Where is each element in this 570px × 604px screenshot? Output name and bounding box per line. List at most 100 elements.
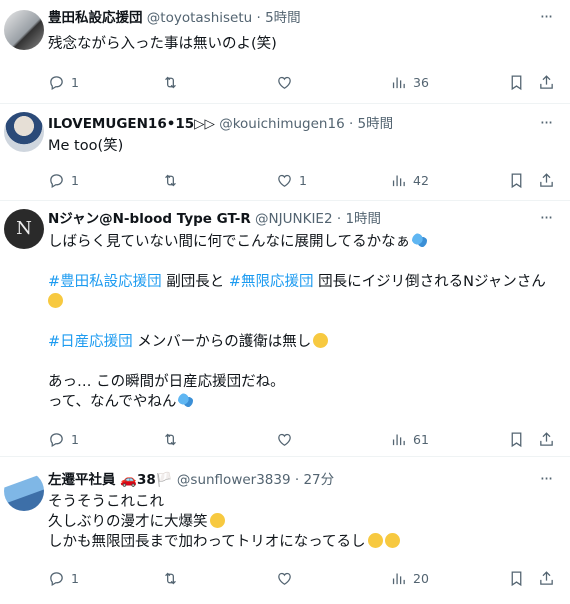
share-icon <box>538 431 555 448</box>
like-count: 1 <box>299 172 307 188</box>
views-icon <box>390 570 407 587</box>
share-icon <box>538 570 555 587</box>
action-bar: 1 61 <box>48 429 560 449</box>
tweet-header: 豊田私設応援団 @toyotashisetu · 5時間 <box>48 8 534 28</box>
more-icon[interactable]: ··· <box>536 114 556 134</box>
rolling-laughing-emoji-icon <box>209 513 225 528</box>
tweet[interactable]: N Nジャン@N-blood Type GT-R @NJUNKIE2 · 1時間… <box>0 201 570 457</box>
handle[interactable]: @toyotashisetu <box>147 10 252 26</box>
bookmark-icon <box>508 570 525 587</box>
bookmark-button[interactable] <box>508 170 525 190</box>
text: しばらく見ていない間に何でこんなに展開してるかなぁ <box>48 234 411 250</box>
tweet-text: そうそうこれこれ 久しぶりの漫才に大爆笑 しかも無限団長まで加わってトリオになっ… <box>48 492 556 552</box>
text: メンバーからの護衛は無し <box>132 334 312 350</box>
views-button[interactable]: 61 <box>390 429 429 449</box>
like-icon <box>276 431 293 448</box>
hashtag-link[interactable]: #豊田私設応援団 <box>48 274 162 290</box>
text: しかも無限団長まで加わってトリオになってるし <box>48 534 366 550</box>
display-name[interactable]: ILOVEMUGEN16•15▷▷ <box>48 116 215 132</box>
tweet-line: Me too(笑) <box>48 138 124 154</box>
text: 副団長と <box>161 274 229 290</box>
share-button[interactable] <box>538 72 555 92</box>
share-button[interactable] <box>538 429 555 449</box>
avatar[interactable] <box>4 112 44 152</box>
more-icon[interactable]: ··· <box>536 8 556 28</box>
views-count: 61 <box>413 431 429 447</box>
bookmark-button[interactable] <box>508 429 525 449</box>
like-button[interactable] <box>276 429 293 449</box>
hashtag-link[interactable]: #無限応援団 <box>229 274 314 290</box>
reply-button[interactable]: 1 <box>48 568 79 588</box>
retweet-button[interactable] <box>162 568 179 588</box>
sweat-droplets-emoji-icon <box>412 233 428 248</box>
tweet-line: しかも無限団長まで加わってトリオになってるし <box>48 532 556 552</box>
share-button[interactable] <box>538 568 555 588</box>
reply-button[interactable]: 1 <box>48 170 79 190</box>
tweet-header: Nジャン@N-blood Type GT-R @NJUNKIE2 · 1時間 <box>48 209 534 229</box>
tweet-line: #日産応援団 メンバーからの護衛は無し <box>48 332 556 352</box>
tweet-line: 久しぶりの漫才に大爆笑 <box>48 512 556 532</box>
views-count: 36 <box>413 74 429 90</box>
text: 久しぶりの漫才に大爆笑 <box>48 514 208 530</box>
tweet-line: しばらく見ていない間に何でこんなに展開してるかなぁ <box>48 232 556 252</box>
reply-button[interactable]: 1 <box>48 72 79 92</box>
retweet-button[interactable] <box>162 72 179 92</box>
avatar[interactable]: N <box>4 209 44 249</box>
views-button[interactable]: 20 <box>390 568 429 588</box>
reply-icon <box>48 431 65 448</box>
bookmark-icon <box>508 74 525 91</box>
avatar-letter: N <box>16 218 32 239</box>
retweet-icon <box>162 172 179 189</box>
text: って、なんでやねん <box>48 394 177 410</box>
retweet-button[interactable] <box>162 429 179 449</box>
more-icon[interactable]: ··· <box>536 470 556 490</box>
avatar[interactable] <box>4 471 44 511</box>
retweet-icon <box>162 431 179 448</box>
tweet-line: 残念ながら入った事は無いのよ(笑) <box>48 36 277 52</box>
separator: · <box>336 211 342 227</box>
tweet[interactable]: 左遷平社員 🚗38🏳️ @sunflower3839 · 27分 ··· そうそ… <box>0 457 570 604</box>
views-icon <box>390 172 407 189</box>
like-button[interactable] <box>276 72 293 92</box>
like-icon <box>276 172 293 189</box>
timestamp[interactable]: 5時間 <box>358 116 394 132</box>
views-count: 20 <box>413 570 429 586</box>
more-icon[interactable]: ··· <box>536 209 556 229</box>
tweet-text: Me too(笑) <box>48 136 556 156</box>
display-name[interactable]: 左遷平社員 🚗38🏳️ <box>48 472 173 488</box>
share-button[interactable] <box>538 170 555 190</box>
handle[interactable]: @kouichimugen16 <box>219 116 344 132</box>
avatar[interactable] <box>4 10 44 50</box>
tweet-line: って、なんでやねん <box>48 392 556 412</box>
like-button[interactable] <box>276 568 293 588</box>
tweet-line: #豊田私設応援団 副団長と #無限応援団 団長にイジリ倒されるNジャンさん <box>48 272 556 292</box>
retweet-button[interactable] <box>162 170 179 190</box>
handle[interactable]: @sunflower3839 <box>177 472 291 488</box>
tweet-text: 残念ながら入った事は無いのよ(笑) <box>48 34 556 54</box>
retweet-icon <box>162 570 179 587</box>
action-bar: 1 36 <box>48 72 560 92</box>
tweet[interactable]: 豊田私設応援団 @toyotashisetu · 5時間 ··· 残念ながら入っ… <box>0 0 570 104</box>
reply-count: 1 <box>71 431 79 447</box>
bookmark-button[interactable] <box>508 72 525 92</box>
bookmark-icon <box>508 431 525 448</box>
bookmark-icon <box>508 172 525 189</box>
display-name[interactable]: 豊田私設応援団 <box>48 10 143 26</box>
reply-count: 1 <box>71 172 79 188</box>
hashtag-link[interactable]: #日産応援団 <box>48 334 133 350</box>
tweet-header: 左遷平社員 🚗38🏳️ @sunflower3839 · 27分 <box>48 470 534 490</box>
bookmark-button[interactable] <box>508 568 525 588</box>
views-button[interactable]: 42 <box>390 170 429 190</box>
timestamp[interactable]: 27分 <box>303 472 334 488</box>
reply-button[interactable]: 1 <box>48 429 79 449</box>
reply-icon <box>48 74 65 91</box>
separator: · <box>256 10 261 26</box>
tweet[interactable]: ILOVEMUGEN16•15▷▷ @kouichimugen16 · 5時間 … <box>0 104 570 201</box>
timestamp[interactable]: 1時間 <box>345 211 381 227</box>
reply-count: 1 <box>71 570 79 586</box>
like-button[interactable]: 1 <box>276 170 307 190</box>
display-name[interactable]: Nジャン@N-blood Type GT-R <box>48 211 251 227</box>
handle[interactable]: @NJUNKIE2 <box>255 211 333 227</box>
views-button[interactable]: 36 <box>390 72 429 92</box>
timestamp[interactable]: 5時間 <box>265 10 301 26</box>
